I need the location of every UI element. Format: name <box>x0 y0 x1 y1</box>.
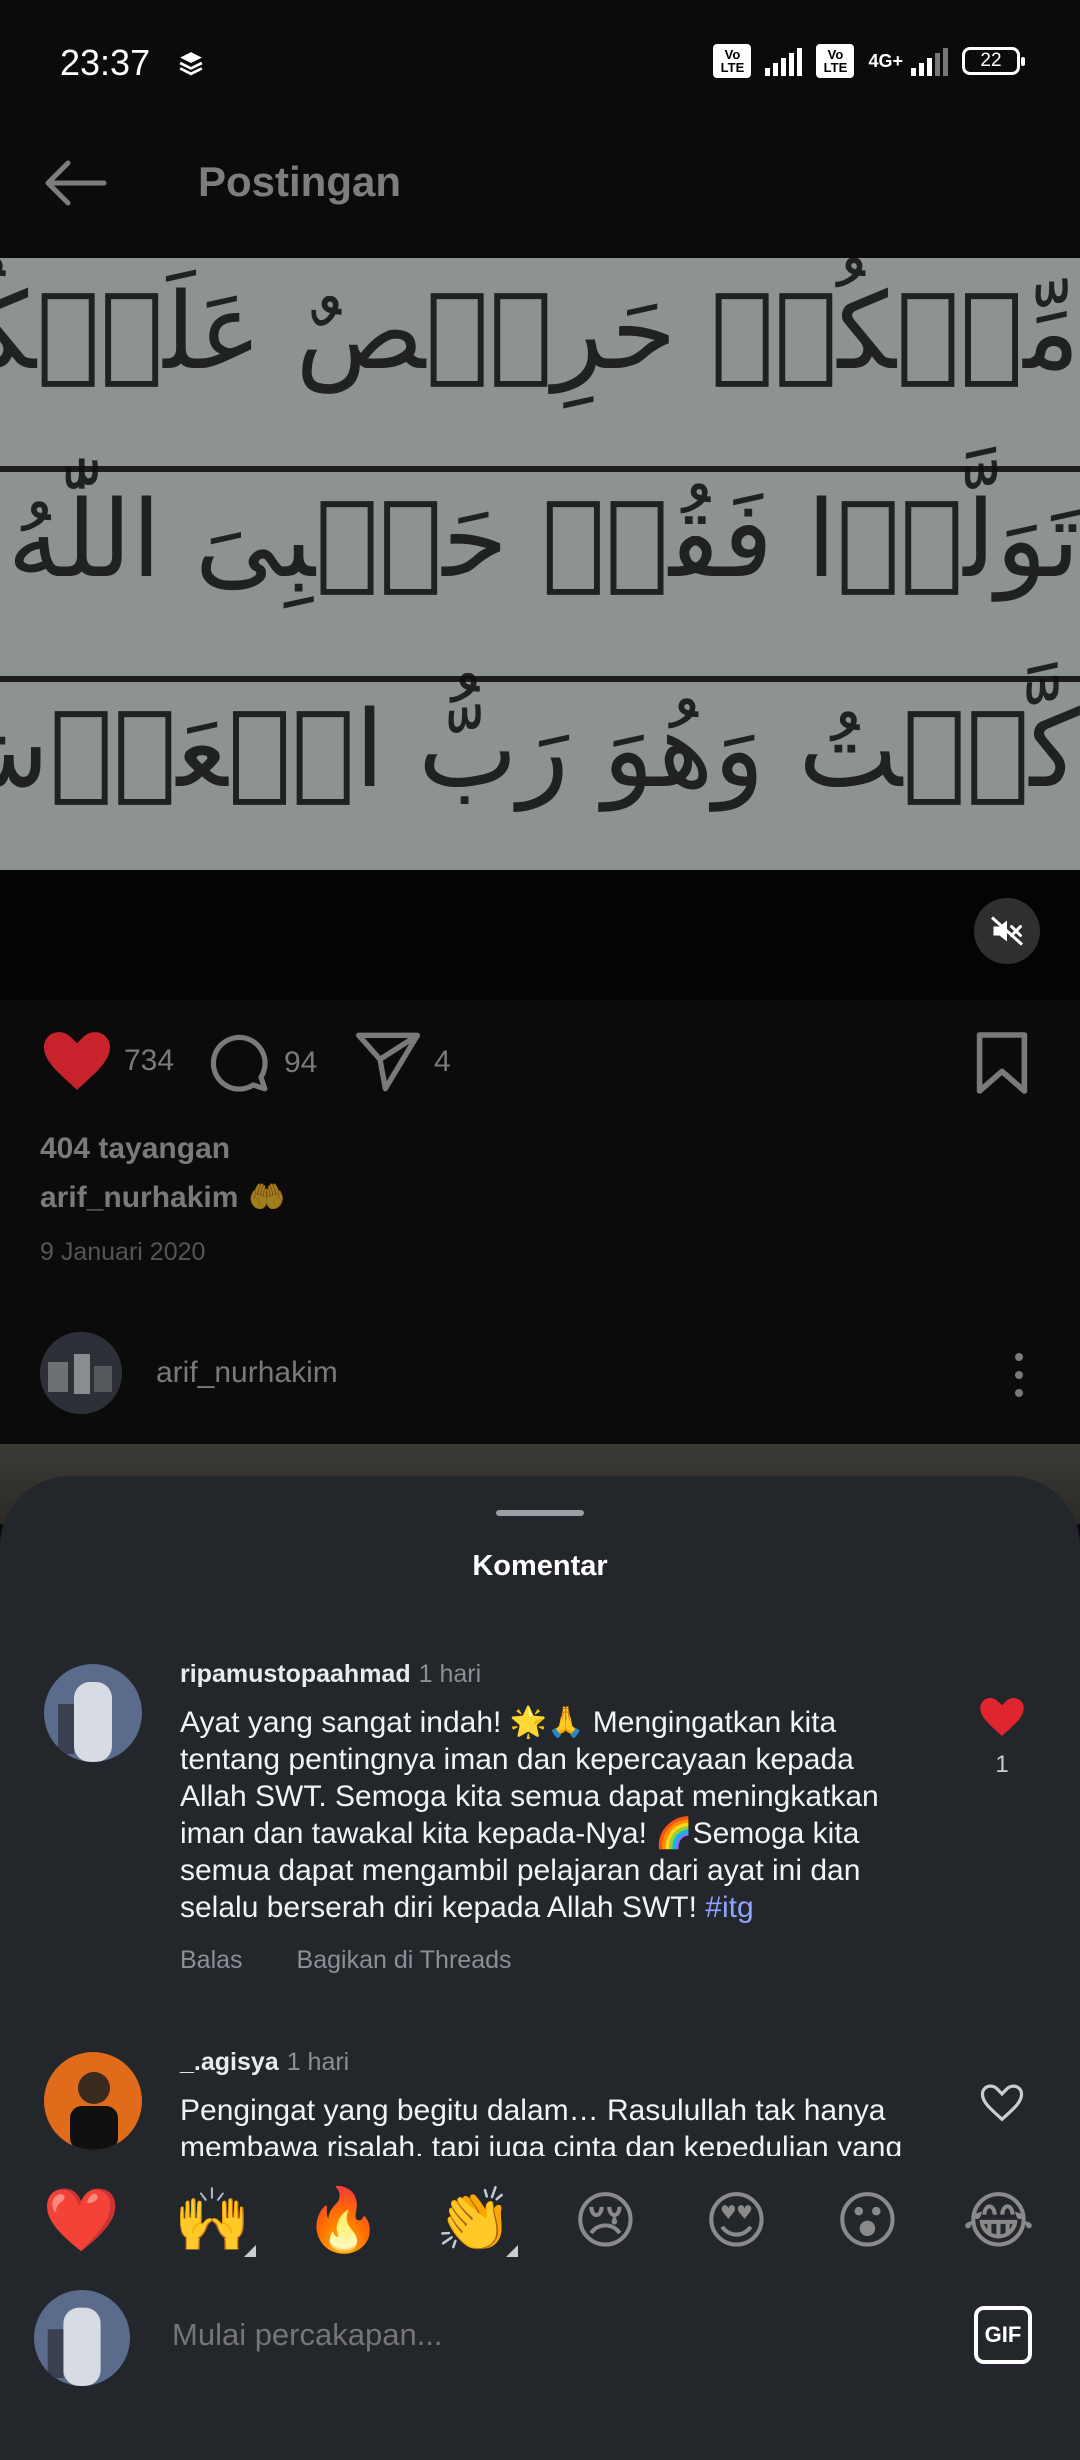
caption: arif_nurhakim 🤲 <box>40 1180 286 1215</box>
send-icon <box>356 1032 420 1092</box>
post-image-text-line: كَّلۡتُ وَهُوَ رَبُّ الۡعَرۡشِ الۡ <box>0 688 1080 811</box>
emoji-fire[interactable]: 🔥 <box>299 2183 389 2257</box>
comment-button[interactable]: 94 <box>208 1032 317 1094</box>
like-button[interactable]: 734 <box>44 1032 174 1090</box>
post-image-text-line: مِّنۡكُمۡ حَرِيۡصٌ عَلَيۡكُمۡ بِالۡمُؤۡم… <box>0 270 1080 393</box>
signal-icon-2 <box>911 46 948 76</box>
emoji-heart[interactable]: ❤️ <box>37 2183 127 2257</box>
status-bar: 23:37 Vo LTE Vo LTE 4G+ 22 <box>0 0 1080 130</box>
emoji-laughing[interactable]: 😂 <box>954 2184 1044 2257</box>
volte-badge-2: Vo LTE <box>816 44 855 78</box>
skin-tone-indicator-icon <box>243 2245 256 2257</box>
comment-input[interactable] <box>170 2316 934 2354</box>
bookmark-icon[interactable] <box>974 1032 1030 1094</box>
author-username[interactable]: arif_nurhakim <box>156 1356 338 1390</box>
mute-button[interactable] <box>974 898 1040 964</box>
caption-emoji: 🤲 <box>248 1180 286 1215</box>
emoji-surprised[interactable]: 😮 <box>823 2184 913 2257</box>
comment-like[interactable] <box>980 2084 1024 2129</box>
volte-badge: Vo LTE <box>713 44 752 78</box>
comment-icon <box>210 1034 268 1092</box>
avatar[interactable] <box>34 2290 130 2386</box>
signal-icon <box>765 46 803 76</box>
comment-count: 94 <box>284 1046 318 1079</box>
comment-item: _.agisya 1 hari Pengingat yang begitu dal… <box>0 1476 1080 2156</box>
emoji-crying[interactable]: 😢 <box>561 2184 651 2257</box>
emoji-raised-hands[interactable]: 🙌 <box>168 2183 258 2257</box>
share-button[interactable]: 4 <box>356 1032 451 1092</box>
post-date: 9 Januari 2020 <box>40 1238 206 1266</box>
media-bottom <box>0 870 1080 1000</box>
like-count: 734 <box>124 1044 175 1077</box>
share-count: 4 <box>434 1045 451 1078</box>
skin-tone-indicator-icon <box>505 2245 518 2257</box>
back-arrow-icon[interactable] <box>42 158 108 208</box>
author-row: arif_nurhakim <box>0 1310 1080 1444</box>
page-title: Postingan <box>198 158 402 205</box>
avatar[interactable] <box>40 1332 122 1414</box>
emoji-clap-glyph: 👏 <box>435 2183 514 2256</box>
comment-composer: GIF <box>0 2276 1080 2460</box>
system-icons: Vo LTE Vo LTE 4G+ 22 <box>713 44 1025 78</box>
heart-filled-icon <box>44 1032 110 1090</box>
post-image-text-line: تَوَلَّوۡا فَقُلۡ حَسۡبِىَ اللّٰهُ ۖ لَا… <box>0 478 1080 601</box>
emoji-clap[interactable]: 👏 <box>430 2183 520 2257</box>
mute-icon <box>990 916 1024 946</box>
post-media[interactable]: مِّنۡكُمۡ حَرِيۡصٌ عَلَيۡكُمۡ بِالۡمُؤۡم… <box>0 258 1080 870</box>
gif-button[interactable]: GIF <box>974 2306 1032 2364</box>
avatar[interactable] <box>44 2052 142 2150</box>
top-bar: Postingan <box>0 130 1080 240</box>
caption-username[interactable]: arif_nurhakim <box>40 1181 238 1215</box>
emoji-raised-hands-glyph: 🙌 <box>173 2183 252 2256</box>
more-options-icon[interactable] <box>1012 1350 1026 1400</box>
status-time: 23:37 <box>60 42 151 83</box>
layers-icon <box>179 52 203 76</box>
heart-outline-icon <box>980 2084 1024 2122</box>
battery-icon: 22 <box>962 47 1025 75</box>
comment-username[interactable]: _.agisya <box>180 2048 279 2076</box>
network-type: 4G+ <box>868 50 903 71</box>
comment-body: Pengingat yang begitu dalam… Rasulullah … <box>180 2094 903 2156</box>
comment-time: 1 hari <box>286 2048 350 2076</box>
divider <box>0 466 1080 472</box>
view-count: 404 tayangan <box>40 1132 231 1165</box>
comment-header: _.agisya 1 hari <box>180 2048 349 2077</box>
divider <box>0 676 1080 682</box>
emoji-heart-eyes[interactable]: 😍 <box>692 2184 782 2257</box>
emoji-reaction-bar: ❤️ 🙌 🔥 👏 😢 😍 😮 😂 <box>0 2166 1080 2274</box>
